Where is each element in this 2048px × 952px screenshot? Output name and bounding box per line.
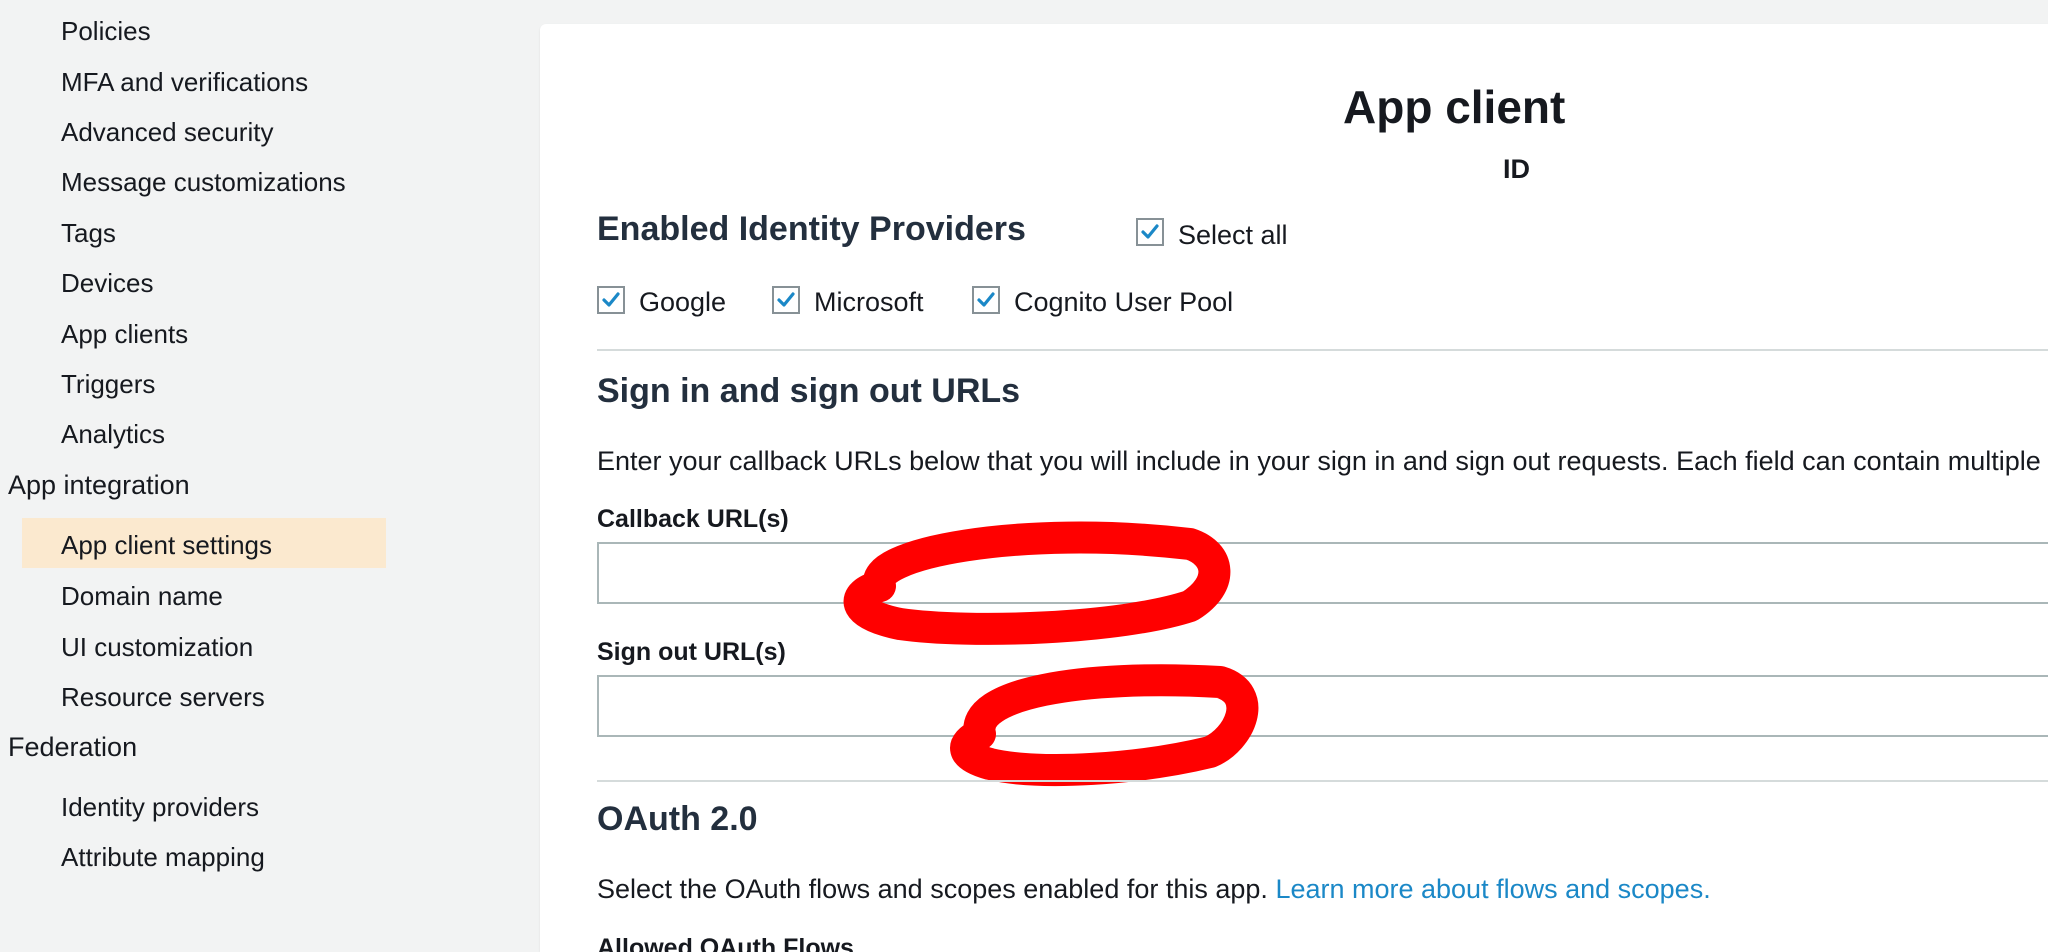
sidebar-item-identity-providers[interactable]: Identity providers bbox=[61, 782, 259, 832]
identity-providers-heading: Enabled Identity Providers bbox=[597, 210, 1026, 248]
sidebar-item-tags[interactable]: Tags bbox=[61, 208, 116, 258]
sidebar-item-resource-servers[interactable]: Resource servers bbox=[61, 672, 265, 722]
select-all-checkbox[interactable] bbox=[1136, 218, 1164, 246]
sidebar-item-policies[interactable]: Policies bbox=[61, 6, 151, 56]
callback-url-input[interactable] bbox=[597, 542, 2048, 604]
section-divider bbox=[597, 780, 2048, 782]
microsoft-label[interactable]: Microsoft bbox=[814, 287, 924, 318]
sidebar-item-attribute-mapping[interactable]: Attribute mapping bbox=[61, 832, 265, 882]
urls-heading: Sign in and sign out URLs bbox=[597, 372, 1021, 410]
check-icon bbox=[777, 292, 795, 307]
microsoft-checkbox[interactable] bbox=[772, 286, 800, 314]
sidebar-item-ui-customization[interactable]: UI customization bbox=[61, 622, 253, 672]
oauth-description: Select the OAuth flows and scopes enable… bbox=[597, 874, 1711, 905]
sidebar-item-domain-name[interactable]: Domain name bbox=[61, 571, 223, 621]
check-icon bbox=[602, 292, 620, 307]
main-panel: App client ID Enabled Identity Providers… bbox=[540, 24, 2048, 952]
callback-url-label: Callback URL(s) bbox=[597, 505, 789, 533]
sidebar-item-mfa[interactable]: MFA and verifications bbox=[61, 57, 308, 107]
learn-more-flows-link[interactable]: Learn more about flows and scopes. bbox=[1275, 874, 1710, 904]
check-icon bbox=[1141, 224, 1159, 239]
google-label[interactable]: Google bbox=[639, 287, 726, 318]
signout-url-input[interactable] bbox=[597, 675, 2048, 737]
select-all-label[interactable]: Select all bbox=[1178, 220, 1288, 251]
page-title: App client bbox=[1343, 81, 1566, 133]
sidebar-item-devices[interactable]: Devices bbox=[61, 258, 153, 308]
sidebar-item-message-customizations[interactable]: Message customizations bbox=[61, 157, 346, 207]
oauth-heading: OAuth 2.0 bbox=[597, 800, 758, 838]
app-client-id-label: ID bbox=[1503, 154, 1530, 184]
sidebar-item-app-clients[interactable]: App clients bbox=[61, 309, 188, 359]
sidebar-nav: Policies MFA and verifications Advanced … bbox=[0, 0, 540, 952]
check-icon bbox=[977, 292, 995, 307]
signout-url-label: Sign out URL(s) bbox=[597, 638, 786, 666]
urls-description: Enter your callback URLs below that you … bbox=[597, 446, 2041, 476]
sidebar-item-analytics[interactable]: Analytics bbox=[61, 409, 165, 459]
sidebar-group-federation[interactable]: Federation bbox=[8, 722, 137, 772]
sidebar-item-app-client-settings[interactable]: App client settings bbox=[61, 520, 272, 570]
cognito-user-pool-label[interactable]: Cognito User Pool bbox=[1014, 287, 1233, 318]
sidebar-group-app-integration[interactable]: App integration bbox=[8, 460, 190, 510]
section-divider bbox=[597, 349, 2048, 351]
sidebar-item-triggers[interactable]: Triggers bbox=[61, 359, 155, 409]
oauth-description-text: Select the OAuth flows and scopes enable… bbox=[597, 874, 1268, 904]
cognito-user-pool-checkbox[interactable] bbox=[972, 286, 1000, 314]
google-checkbox[interactable] bbox=[597, 286, 625, 314]
sidebar-item-advanced-security[interactable]: Advanced security bbox=[61, 107, 273, 157]
app-client-settings-page: Policies MFA and verifications Advanced … bbox=[0, 0, 2048, 952]
allowed-oauth-flows-label: Allowed OAuth Flows bbox=[597, 934, 854, 952]
